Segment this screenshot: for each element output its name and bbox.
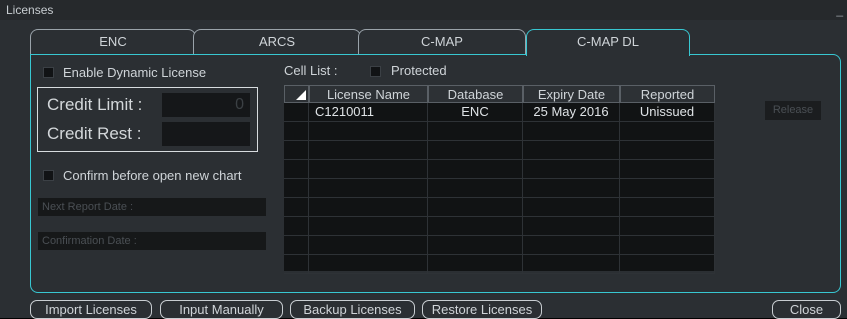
column-reported[interactable]: Reported [620, 85, 715, 103]
row-header [284, 255, 309, 273]
credit-limit-field: 0 [162, 93, 250, 117]
table-cell [309, 255, 428, 273]
panel-content: Enable Dynamic License Credit Limit : 0 … [0, 0, 847, 318]
table-cell [309, 236, 428, 254]
row-header [284, 103, 309, 121]
table-cell [523, 217, 620, 235]
table-cell [523, 198, 620, 216]
row-header [284, 179, 309, 197]
credit-limit-label: Credit Limit : [47, 95, 143, 114]
protected-checkbox[interactable] [370, 66, 381, 77]
table-cell [620, 217, 715, 235]
row-header [284, 198, 309, 216]
row-header [284, 160, 309, 178]
table-row[interactable] [284, 236, 715, 255]
table-cell [523, 141, 620, 159]
table-cell [309, 160, 428, 178]
table-cell [428, 217, 523, 235]
table-row[interactable] [284, 160, 715, 179]
table-cell [428, 160, 523, 178]
table-cell [620, 198, 715, 216]
table-cell [523, 255, 620, 273]
table-cell [620, 122, 715, 140]
column-database[interactable]: Database [428, 85, 523, 103]
credit-box: Credit Limit : 0 Credit Rest : [37, 87, 258, 152]
confirm-before-open-label: Confirm before open new chart [63, 168, 242, 183]
table-cell [523, 179, 620, 197]
cell-list-label: Cell List : [284, 63, 338, 78]
confirm-before-open-checkbox[interactable] [43, 170, 54, 181]
cell-license-name: C1210011 [309, 103, 428, 121]
table-row[interactable] [284, 217, 715, 236]
table-header: License Name Database Expiry Date Report… [284, 85, 715, 103]
table-cell [620, 179, 715, 197]
table-cell [620, 160, 715, 178]
cell-reported: Unissued [620, 103, 715, 121]
enable-dynamic-license-label: Enable Dynamic License [63, 65, 207, 80]
table-cell [523, 236, 620, 254]
table-cell [620, 141, 715, 159]
table-cell [523, 122, 620, 140]
table-cell [428, 255, 523, 273]
table-cell [428, 198, 523, 216]
table-cell [620, 255, 715, 273]
credit-rest-field [162, 122, 250, 146]
row-header [284, 217, 309, 235]
table-row[interactable] [284, 255, 715, 274]
table-cell [309, 217, 428, 235]
table-cell [428, 179, 523, 197]
table-cell [309, 179, 428, 197]
table-cell [428, 141, 523, 159]
table-cell [523, 160, 620, 178]
next-report-date-field: Next Report Date : [38, 198, 266, 216]
table-cell [309, 198, 428, 216]
licenses-window: Licenses _ ENC ARCS C-MAP C-MAP DL Enabl… [0, 0, 847, 319]
table-cell [620, 236, 715, 254]
table-cell [428, 122, 523, 140]
column-expiry-date[interactable]: Expiry Date [523, 85, 620, 103]
protected-label: Protected [391, 63, 447, 78]
credit-rest-label: Credit Rest : [47, 124, 142, 143]
release-button[interactable]: Release [765, 101, 821, 120]
table-row[interactable] [284, 122, 715, 141]
cell-expiry-date: 25 May 2016 [523, 103, 620, 121]
table-row[interactable] [284, 141, 715, 160]
row-header [284, 236, 309, 254]
table-cell [428, 236, 523, 254]
table-row[interactable] [284, 198, 715, 217]
row-header [284, 141, 309, 159]
confirmation-date-field: Confirmation Date : [38, 232, 266, 250]
table-row[interactable]: C1210011 ENC 25 May 2016 Unissued [284, 103, 715, 122]
sort-corner-icon[interactable] [284, 85, 309, 103]
cell-list-table: License Name Database Expiry Date Report… [284, 85, 715, 274]
table-cell [309, 141, 428, 159]
column-license-name[interactable]: License Name [309, 85, 428, 103]
table-cell [309, 122, 428, 140]
cell-database: ENC [428, 103, 523, 121]
row-header [284, 122, 309, 140]
enable-dynamic-license-checkbox[interactable] [43, 67, 54, 78]
table-row[interactable] [284, 179, 715, 198]
